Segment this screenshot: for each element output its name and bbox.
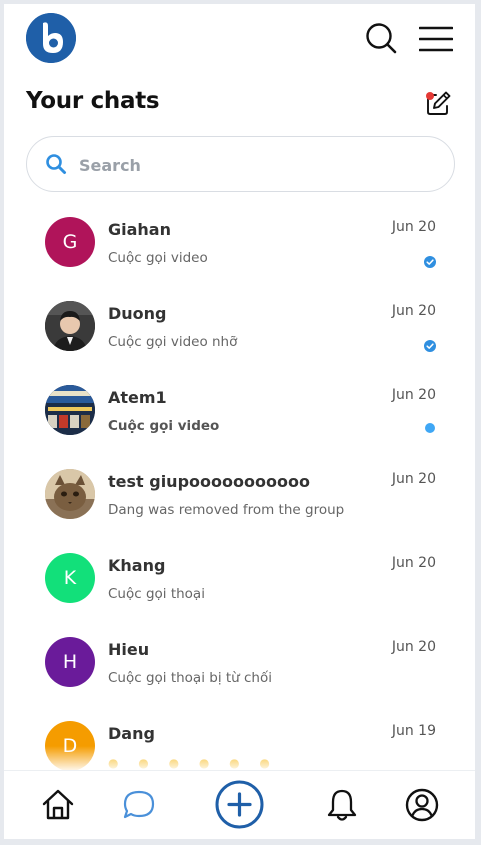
read-check-icon bbox=[424, 253, 436, 268]
chat-name: Giahan bbox=[108, 220, 171, 239]
avatar: G bbox=[45, 217, 95, 267]
avatar bbox=[45, 385, 95, 435]
chat-row-test-group[interactable]: test giupooooooooooo Dang was removed fr… bbox=[4, 456, 475, 540]
notification-dot bbox=[426, 92, 434, 100]
chat-row-hieu[interactable]: H Hieu Cuộc gọi thoại bị từ chối Jun 20 bbox=[4, 624, 475, 708]
chat-preview: Cuộc gọi thoại bbox=[108, 586, 205, 602]
avatar-initial: K bbox=[63, 567, 77, 589]
search-bar[interactable] bbox=[26, 136, 455, 192]
chat-date: Jun 20 bbox=[391, 639, 436, 655]
list-fade bbox=[4, 746, 475, 770]
chat-list: G Giahan Cuộc gọi video Jun 20 Duong Cuộ… bbox=[4, 204, 475, 792]
chat-row-giahan[interactable]: G Giahan Cuộc gọi video Jun 20 bbox=[4, 204, 475, 288]
home-icon[interactable] bbox=[40, 787, 76, 823]
avatar: H bbox=[45, 637, 95, 687]
avatar bbox=[45, 301, 95, 351]
chat-preview: Cuộc gọi video bbox=[108, 418, 220, 434]
chat-preview: Dang was removed from the group bbox=[108, 502, 345, 518]
menu-icon[interactable] bbox=[418, 24, 454, 54]
chat-date: Jun 20 bbox=[391, 387, 436, 403]
chat-name: Dang bbox=[108, 724, 155, 743]
avatar-initial: G bbox=[62, 231, 78, 253]
chat-name: Hieu bbox=[108, 640, 150, 659]
app-frame: Your chats G Giahan Cuộc gọi video Jun 2… bbox=[4, 4, 475, 839]
plus-circle-icon[interactable] bbox=[215, 780, 264, 829]
chat-row-khang[interactable]: K Khang Cuộc gọi thoại Jun 20 bbox=[4, 540, 475, 624]
chat-preview: Cuộc gọi video bbox=[108, 250, 208, 266]
chat-date: Jun 19 bbox=[391, 723, 436, 739]
bell-icon[interactable] bbox=[324, 787, 360, 823]
unread-dot bbox=[425, 423, 435, 433]
chat-name: test giupooooooooooo bbox=[108, 472, 310, 491]
profile-icon[interactable] bbox=[404, 787, 440, 823]
chat-row-duong[interactable]: Duong Cuộc gọi video nhỡ Jun 20 bbox=[4, 288, 475, 372]
chat-preview: Cuộc gọi video nhỡ bbox=[108, 334, 238, 350]
page-title: Your chats bbox=[26, 88, 160, 114]
chat-name: Khang bbox=[108, 556, 166, 575]
chat-icon[interactable] bbox=[121, 787, 157, 823]
chat-name: Duong bbox=[108, 304, 167, 323]
avatar bbox=[45, 469, 95, 519]
search-icon bbox=[45, 153, 67, 175]
chat-preview: Cuộc gọi thoại bị từ chối bbox=[108, 670, 272, 686]
avatar: K bbox=[45, 553, 95, 603]
read-check-icon bbox=[424, 337, 436, 352]
chat-date: Jun 20 bbox=[391, 219, 436, 235]
chat-name: Atem1 bbox=[108, 388, 167, 407]
chat-date: Jun 20 bbox=[391, 555, 436, 571]
chat-date: Jun 20 bbox=[391, 471, 436, 487]
chat-row-atem1[interactable]: Atem1 Cuộc gọi video Jun 20 bbox=[4, 372, 475, 456]
bottom-nav bbox=[4, 770, 475, 839]
search-input[interactable] bbox=[77, 149, 441, 181]
search-icon[interactable] bbox=[364, 21, 398, 55]
top-bar bbox=[4, 4, 475, 74]
avatar-initial: H bbox=[62, 651, 78, 673]
app-logo[interactable] bbox=[26, 13, 76, 63]
chat-date: Jun 20 bbox=[391, 303, 436, 319]
